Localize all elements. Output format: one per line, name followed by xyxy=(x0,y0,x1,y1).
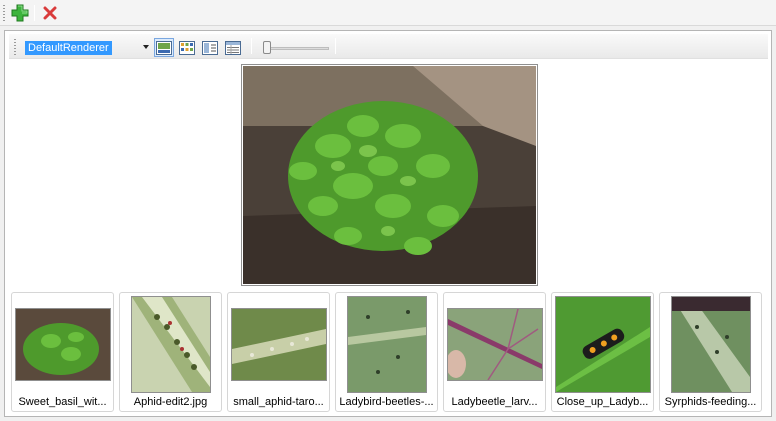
thumbnail-item[interactable]: Sweet_basil_wit... xyxy=(11,292,114,412)
thumbnail-item[interactable]: Ladybird-beetles-... xyxy=(335,292,438,412)
view-toolbar-separator xyxy=(251,38,252,54)
thumbnail-view-icon xyxy=(156,40,172,55)
aphids-on-stem-thumbnail xyxy=(131,296,211,393)
renderer-selected-value: DefaultRenderer xyxy=(25,41,112,55)
view-toolbar: DefaultRenderer xyxy=(9,34,768,59)
image-list-view[interactable]: DefaultRenderer Sweet_basil_wit... Aphid… xyxy=(4,30,772,417)
add-button[interactable] xyxy=(10,3,30,23)
thumbnail-caption: Aphid-edit2.jpg xyxy=(133,396,208,408)
thumbnail-item[interactable]: Aphid-edit2.jpg xyxy=(119,292,222,412)
red-x-icon xyxy=(43,6,57,20)
basil-plant-photo xyxy=(243,66,536,284)
top-toolbar xyxy=(0,0,776,26)
zoom-slider-thumb[interactable] xyxy=(263,41,271,54)
remove-button[interactable] xyxy=(40,3,60,23)
thumbnail-caption: Ladybird-beetles-... xyxy=(339,396,434,408)
thumbnail-caption: Syrphids-feeding... xyxy=(664,396,757,408)
zoom-slider-track[interactable] xyxy=(263,47,329,50)
view-toolbar-grip[interactable] xyxy=(14,39,17,55)
thumbnail-item[interactable]: Syrphids-feeding... xyxy=(659,292,762,412)
ladybeetle-larva-leaf-thumbnail xyxy=(447,308,543,381)
thumbnail-item[interactable]: Ladybeetle_larv... xyxy=(443,292,546,412)
thumbnail-item[interactable]: small_aphid-taro... xyxy=(227,292,330,412)
ladybird-beetles-leaf-thumbnail xyxy=(347,296,427,393)
thumbnail-caption: small_aphid-taro... xyxy=(233,396,324,408)
pane-view-icon xyxy=(202,40,218,55)
thumbnail-caption: Sweet_basil_wit... xyxy=(18,396,107,408)
aphid-taro-thumbnail xyxy=(231,308,327,381)
basil-plant-thumbnail xyxy=(15,308,111,381)
preview-image-frame xyxy=(241,64,538,286)
thumbnail-caption: Close_up_Ladyb... xyxy=(556,396,649,408)
zoom-slider[interactable] xyxy=(259,40,333,56)
view-toolbar-separator-2 xyxy=(335,38,336,54)
ladybird-larva-closeup-thumbnail xyxy=(555,296,651,393)
thumbnail-strip: Sweet_basil_wit... Aphid-edit2.jpg small… xyxy=(11,292,767,414)
thumbnail-view-button[interactable] xyxy=(154,38,174,57)
toolbar-grip[interactable] xyxy=(3,5,6,21)
details-view-icon xyxy=(225,40,241,55)
pane-view-button[interactable] xyxy=(200,38,220,57)
gallery-view-icon xyxy=(179,40,195,55)
renderer-dropdown[interactable]: DefaultRenderer xyxy=(25,40,151,56)
thumbnail-item[interactable]: Close_up_Ladyb... xyxy=(551,292,654,412)
syrphids-leaf-thumbnail xyxy=(671,296,751,393)
thumbnail-caption: Ladybeetle_larv... xyxy=(451,396,538,408)
details-view-button[interactable] xyxy=(223,38,243,57)
chevron-down-icon[interactable] xyxy=(143,45,149,49)
green-plus-icon xyxy=(11,4,29,22)
gallery-view-button[interactable] xyxy=(177,38,197,57)
toolbar-separator xyxy=(34,5,35,21)
